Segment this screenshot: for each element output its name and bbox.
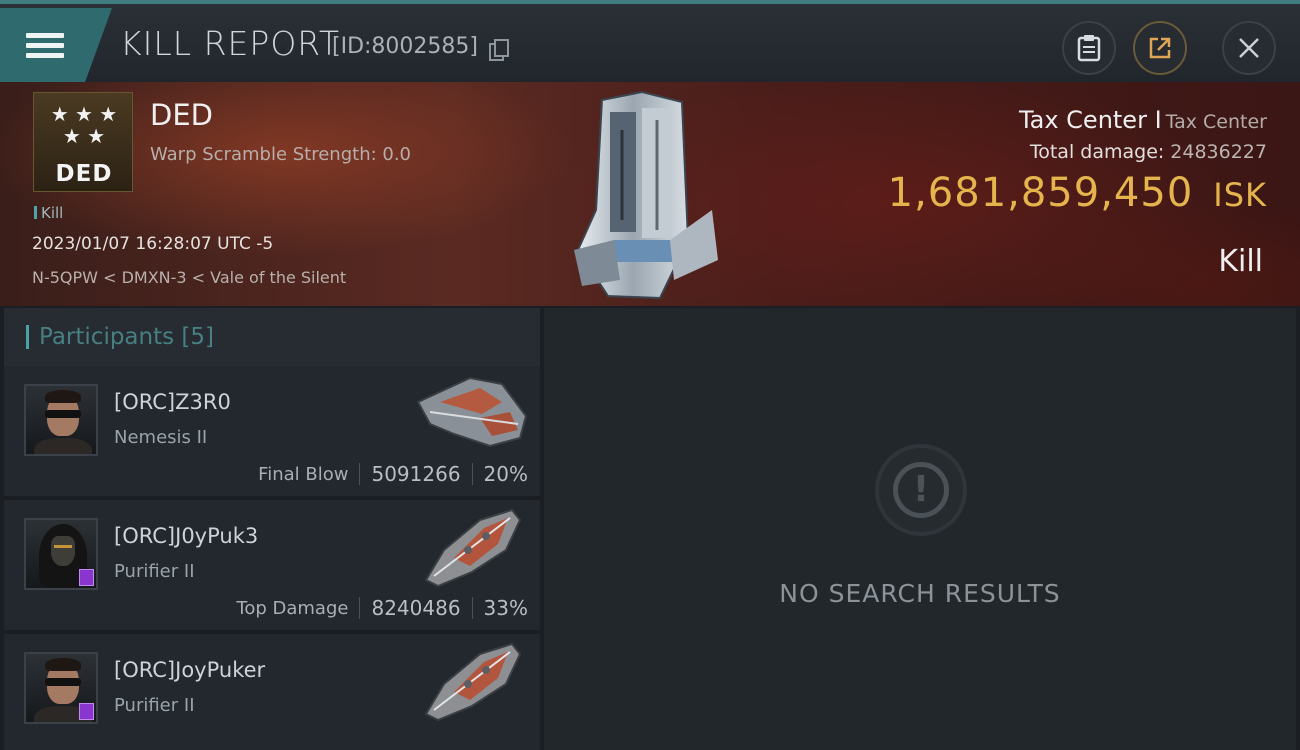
kill-datetime: 2023/01/07 16:28:07 UTC -5 bbox=[32, 234, 274, 254]
victim-subtitle: Warp Scramble Strength: 0.0 bbox=[150, 144, 412, 165]
ded-badge-label: DED bbox=[55, 161, 113, 187]
empty-state-text: NO SEARCH RESULTS bbox=[779, 579, 1061, 608]
participants-panel: Participants [5] [ORC]Z3R0 Nemesis II Fi… bbox=[4, 308, 540, 750]
rank-badge-icon bbox=[79, 569, 94, 586]
participant-name: [ORC]JoyPuker bbox=[114, 658, 266, 682]
isk-amount: 1,681,859,450 bbox=[887, 170, 1194, 216]
total-damage-value: 24836227 bbox=[1170, 141, 1267, 163]
participant-row[interactable]: [ORC]JoyPuker Purifier II bbox=[4, 634, 540, 750]
ship-image[interactable] bbox=[410, 506, 530, 588]
target-name-text: Tax Center I bbox=[1018, 106, 1162, 134]
ship-image[interactable] bbox=[410, 640, 530, 722]
participant-stats: Final Blow 5091266 20% bbox=[258, 462, 528, 486]
kill-flag-label: Kill bbox=[41, 204, 64, 222]
participant-percent: 33% bbox=[483, 596, 528, 620]
total-damage: Total damage: 24836227 bbox=[1030, 141, 1267, 163]
participant-row[interactable]: [ORC]Z3R0 Nemesis II Final Blow 5091266 … bbox=[4, 366, 540, 500]
structure-image bbox=[574, 90, 718, 300]
close-icon bbox=[1239, 38, 1259, 58]
notes-button[interactable] bbox=[1062, 21, 1116, 75]
isk-value: 1,681,859,450 ISK bbox=[888, 170, 1267, 216]
participant-ship: Purifier II bbox=[114, 695, 195, 716]
avatar[interactable] bbox=[24, 518, 98, 590]
stars-icon: ★ ★ ★ ★ ★ bbox=[50, 102, 118, 148]
avatar[interactable] bbox=[24, 384, 98, 456]
ship-image[interactable] bbox=[410, 372, 530, 454]
participant-stats: Top Damage 8240486 33% bbox=[236, 596, 528, 620]
participant-tag: Top Damage bbox=[236, 597, 349, 619]
total-damage-label: Total damage: bbox=[1029, 141, 1165, 163]
participant-name: [ORC]J0yPuk3 bbox=[114, 524, 259, 548]
target-name: Tax Center I Tax Center bbox=[1019, 106, 1267, 134]
participant-ship: Purifier II bbox=[114, 561, 195, 582]
menu-icon bbox=[26, 28, 64, 63]
participant-row[interactable]: [ORC]J0yPuk3 Purifier II Top Damage 8240… bbox=[4, 500, 540, 634]
rank-badge-icon bbox=[79, 703, 94, 720]
participant-ship: Nemesis II bbox=[114, 427, 208, 448]
participant-damage: 8240486 bbox=[371, 596, 461, 620]
details-panel: ! NO SEARCH RESULTS bbox=[544, 308, 1296, 750]
participant-tag: Final Blow bbox=[258, 463, 349, 485]
share-icon bbox=[1149, 37, 1171, 59]
participants-title: Participants [5] bbox=[39, 324, 215, 350]
close-button[interactable] bbox=[1222, 21, 1276, 75]
result-label: Kill bbox=[1218, 244, 1263, 279]
kill-location: N-5QPW < DMXN-3 < Vale of the Silent bbox=[32, 268, 347, 287]
clipboard-icon bbox=[1077, 35, 1101, 62]
kill-summary-banner: ★ ★ ★ ★ ★ DED DED Warp Scramble Strength:… bbox=[0, 82, 1300, 306]
participant-name: [ORC]Z3R0 bbox=[114, 390, 231, 414]
alert-icon: ! bbox=[875, 444, 967, 536]
participant-percent: 20% bbox=[483, 462, 528, 486]
victim-name: DED bbox=[150, 98, 213, 132]
target-type: Tax Center bbox=[1165, 111, 1267, 133]
copy-icon[interactable] bbox=[489, 39, 509, 61]
participant-damage: 5091266 bbox=[371, 462, 461, 486]
share-button[interactable] bbox=[1133, 21, 1187, 75]
top-bar: KILL REPORT [ID:8002585] bbox=[0, 0, 1300, 82]
participants-header: Participants [5] bbox=[4, 308, 540, 366]
kill-flag: Kill bbox=[34, 204, 63, 222]
ded-badge: ★ ★ ★ ★ ★ DED bbox=[33, 92, 133, 192]
page-title: KILL REPORT bbox=[120, 24, 340, 63]
report-id: [ID:8002585] bbox=[332, 34, 478, 59]
isk-unit: ISK bbox=[1213, 176, 1267, 214]
avatar[interactable] bbox=[24, 652, 98, 724]
menu-button[interactable] bbox=[0, 8, 112, 82]
